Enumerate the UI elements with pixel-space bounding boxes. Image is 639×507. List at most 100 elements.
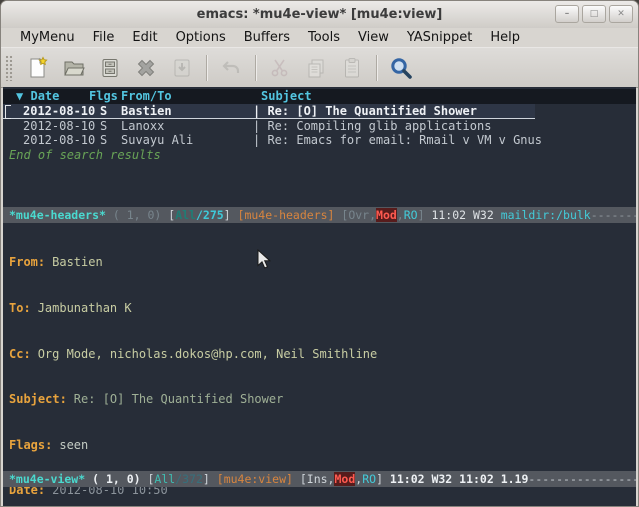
modeline-clock: 11:02 W32 11:02 1.19 xyxy=(390,472,528,486)
menu-item-buffers[interactable]: Buffers xyxy=(235,28,299,47)
modeline-segment: All xyxy=(175,208,196,222)
field-label: Subject: xyxy=(9,392,67,406)
menu-item-file[interactable]: File xyxy=(84,28,124,47)
close-buffer-button[interactable] xyxy=(128,52,164,84)
field-value: Re: [O] The Quantified Shower xyxy=(74,392,284,406)
toolbar xyxy=(1,47,638,88)
modeline-buffer-name: *mu4e-headers* xyxy=(9,208,106,222)
search-icon xyxy=(388,55,414,81)
minimize-button[interactable]: – xyxy=(555,5,579,23)
close-x-icon xyxy=(134,56,158,80)
menu-item-options[interactable]: Options xyxy=(167,28,235,47)
undo-button xyxy=(213,52,249,84)
field-flags: Flags: seen xyxy=(9,438,636,453)
column-header-subject[interactable]: Subject xyxy=(261,89,636,104)
menu-item-tools[interactable]: Tools xyxy=(299,28,349,47)
open-file-button[interactable] xyxy=(56,52,92,84)
message-list: 2012-08-10 S Bastien | Re: [O] The Quant… xyxy=(3,104,636,148)
field-value: Org Mode, nicholas.dokos@hp.com, Neil Sm… xyxy=(38,347,378,361)
open-folder-icon xyxy=(62,56,86,80)
modeline-segment: /372 xyxy=(175,472,203,486)
titlebar[interactable]: emacs: *mu4e-view* [mu4e:view] – □ ✕ xyxy=(1,1,638,28)
field-label: Cc: xyxy=(9,347,31,361)
message-row[interactable]: 2012-08-10 S Suvayu Ali | Re: Emacs for … xyxy=(3,133,636,148)
row-flags: S xyxy=(100,133,121,148)
row-from: Bastien xyxy=(121,104,253,118)
row-from: Lanoxx xyxy=(121,119,253,134)
maximize-icon: □ xyxy=(590,9,599,19)
undo-icon xyxy=(219,56,243,80)
search-button[interactable] xyxy=(383,52,419,84)
headers-column-bar: ▼ Date Flgs From/To Subject xyxy=(3,89,636,104)
row-subject: | Re: Compiling glib applications xyxy=(253,119,636,134)
new-file-icon xyxy=(26,56,50,80)
modeline-segment: ] xyxy=(203,472,217,486)
window-title: emacs: *mu4e-view* [mu4e:view] xyxy=(1,1,638,28)
modeline-segment: ] xyxy=(224,208,238,222)
modeline-maildir: maildir:/bulk xyxy=(501,208,591,222)
save-as-icon xyxy=(170,56,194,80)
close-icon: ✕ xyxy=(617,9,625,19)
message-view: From:Bastien To:Jambunathan K Cc:Org Mod… xyxy=(9,225,636,507)
echo-area xyxy=(3,487,636,506)
row-flags: S xyxy=(100,119,121,134)
mouse-cursor xyxy=(257,249,273,271)
field-from: From:Bastien xyxy=(9,255,636,270)
modeline-modified-flag: Mod xyxy=(376,208,397,222)
paste-button xyxy=(334,52,370,84)
toolbar-separator xyxy=(376,55,377,81)
field-label: Flags: xyxy=(9,438,52,452)
modeline-buffer-name: *mu4e-view* xyxy=(9,472,85,486)
modeline-headers: *mu4e-headers* ( 1, 0) [All/275] [mu4e-h… xyxy=(3,207,636,223)
modeline-filler: ------------------------------ xyxy=(591,208,636,222)
cut-button xyxy=(262,52,298,84)
modeline-view: *mu4e-view* ( 1, 0) [All/372] [mu4e:view… xyxy=(3,471,636,487)
field-value: seen xyxy=(59,438,88,452)
toolbar-separator xyxy=(255,55,256,81)
fringe-selection-marker xyxy=(5,105,11,119)
modeline-segment: /275 xyxy=(196,208,224,222)
modeline-major-mode: [mu4e-headers] xyxy=(238,208,342,222)
toolbar-drag-handle[interactable] xyxy=(5,55,13,81)
minimize-icon: – xyxy=(565,9,570,19)
sort-descending-icon: ▼ xyxy=(16,89,23,103)
modeline-modified-flag: Mod xyxy=(334,472,355,486)
field-cc: Cc: Org Mode, nicholas.dokos@hp.com, Neil… xyxy=(9,347,636,362)
modeline-filler: ------------------------------ xyxy=(528,472,636,486)
close-button[interactable]: ✕ xyxy=(609,5,633,23)
row-from: Suvayu Ali xyxy=(121,133,253,148)
field-value: Bastien xyxy=(52,255,103,269)
field-label: To: xyxy=(9,301,31,315)
menu-item-edit[interactable]: Edit xyxy=(123,28,166,47)
maximize-button[interactable]: □ xyxy=(582,5,606,23)
copy-button xyxy=(298,52,334,84)
modeline-clock: 11:02 W32 xyxy=(431,208,500,222)
message-row[interactable]: 2012-08-10 S Lanoxx | Re: Compiling glib… xyxy=(3,119,636,134)
menu-item-view[interactable]: View xyxy=(349,28,398,47)
message-row-selected[interactable]: 2012-08-10 S Bastien | Re: [O] The Quant… xyxy=(3,104,535,119)
menu-item-help[interactable]: Help xyxy=(481,28,529,47)
row-date: 2012-08-10 xyxy=(23,104,100,118)
copy-icon xyxy=(304,56,328,80)
modeline-position: ( 1, 0) xyxy=(106,208,168,222)
row-subject: | Re: [O] The Quantified Shower xyxy=(253,104,535,118)
column-header-from[interactable]: From/To xyxy=(121,89,261,104)
modeline-segment: [Ins, xyxy=(300,472,335,486)
modeline-readonly-flag: RO xyxy=(362,472,376,486)
menu-item-yasnippet[interactable]: YASnippet xyxy=(398,28,482,47)
new-file-button[interactable] xyxy=(20,52,56,84)
modeline-segment: [Ovr, xyxy=(341,208,376,222)
modeline-major-mode: [mu4e:view] xyxy=(217,472,300,486)
row-date: 2012-08-10 xyxy=(23,133,100,148)
emacs-frame: ▼ Date Flgs From/To Subject 2012-08-10 S… xyxy=(3,87,636,506)
menubar: MyMenu File Edit Options Buffers Tools V… xyxy=(1,28,638,47)
toolbar-separator xyxy=(206,55,207,81)
save-buffer-button[interactable] xyxy=(92,52,128,84)
row-flags: S xyxy=(100,104,121,118)
menu-item-mymenu[interactable]: MyMenu xyxy=(11,28,84,47)
window-controls: – □ ✕ xyxy=(555,5,633,23)
modeline-readonly-flag: RO xyxy=(404,208,418,222)
column-header-date[interactable]: ▼ Date xyxy=(16,89,89,104)
column-header-flags[interactable]: Flgs xyxy=(89,89,121,104)
row-subject: | Re: Emacs for email: Rmail v VM v Gnus xyxy=(253,133,636,148)
